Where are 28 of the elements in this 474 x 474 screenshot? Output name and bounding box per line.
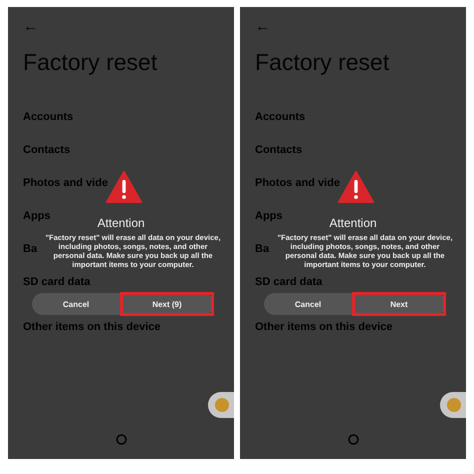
list-item[interactable]: Apps: [23, 210, 50, 222]
list-item[interactable]: SD card data: [255, 276, 322, 288]
list-item[interactable]: Accounts: [23, 111, 74, 123]
list-item[interactable]: SD card data: [23, 276, 90, 288]
dot-icon: [215, 398, 229, 412]
dialog-button[interactable]: Cancel: [32, 293, 120, 315]
dialog-title: Attention: [329, 216, 377, 230]
dialog-button[interactable]: Next (9): [120, 292, 214, 316]
list-item[interactable]: Accounts: [255, 111, 306, 123]
dot-icon: [447, 398, 461, 412]
dialog-button[interactable]: Next: [352, 292, 446, 316]
list-item[interactable]: Contacts: [255, 144, 302, 156]
floating-button[interactable]: [440, 392, 466, 418]
back-arrow[interactable]: ←: [255, 19, 270, 35]
list-item[interactable]: Apps: [255, 210, 282, 222]
list-item[interactable]: Photos and vide: [23, 177, 108, 189]
floating-button[interactable]: [208, 392, 234, 418]
list-item[interactable]: Other items on this device: [23, 321, 161, 333]
warning-icon: [338, 171, 374, 203]
list-item[interactable]: Contacts: [23, 144, 70, 156]
back-arrow[interactable]: ←: [23, 19, 38, 35]
warning-icon: [106, 171, 142, 203]
dialog-button[interactable]: Cancel: [264, 293, 352, 315]
list-item[interactable]: Ba: [23, 243, 38, 255]
list-item[interactable]: Other items on this device: [255, 321, 393, 333]
list-item[interactable]: Ba: [255, 243, 270, 255]
list-item[interactable]: Photos and vide: [255, 177, 340, 189]
dialog-title: Attention: [97, 216, 145, 230]
